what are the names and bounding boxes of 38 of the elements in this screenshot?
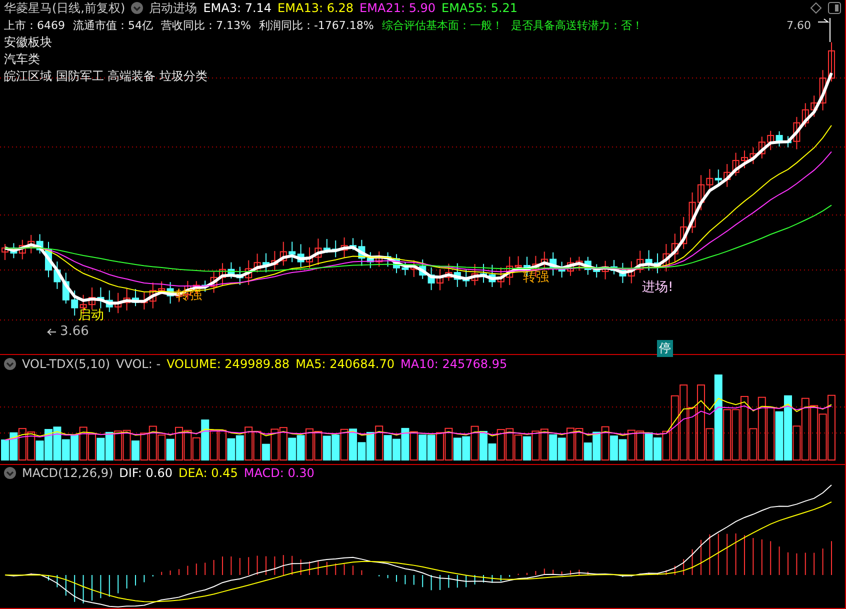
indicator-value: VOLUME: 249989.88	[166, 357, 290, 371]
diamond-icon[interactable]	[810, 2, 822, 14]
signal-label: 转强	[176, 287, 202, 304]
sector-text: 安徽板块	[4, 34, 52, 51]
assessment-text: 综合评估基本面：一般！	[382, 18, 503, 32]
collapse-icon[interactable]	[4, 467, 16, 479]
info-text: 营收同比：7.13%	[161, 18, 251, 32]
low-price-arrow-icon	[46, 328, 56, 336]
high-price-arrow-icon	[818, 18, 830, 42]
indicator-value: EMA21: 5.90	[360, 1, 436, 15]
stop-badge: 停	[657, 340, 673, 357]
info-text: 上市：6469	[4, 18, 65, 32]
sector-text: 汽车类	[4, 51, 40, 68]
low-price-label: 3.66	[60, 324, 89, 339]
assessment-text: 是否具备高送转潜力：否！	[510, 18, 643, 32]
info-text: 流通市值：54亿	[73, 18, 153, 32]
panel-title: VOL-TDX(5,10)	[22, 357, 110, 371]
signal-label: 进场!	[642, 279, 674, 296]
indicator-value: MA5: 240684.70	[296, 357, 395, 371]
sector-text: 皖江区域 国防军工 高端装备 垃圾分类	[4, 68, 208, 85]
high-price-label: 7.60	[786, 18, 811, 32]
signal-label: 转强	[523, 269, 549, 286]
signal-label: 启动	[78, 307, 104, 324]
indicator-value: MA10: 245768.95	[400, 357, 508, 371]
panel-subtitle: VVOL: -	[116, 357, 161, 371]
collapse-icon[interactable]	[131, 2, 144, 14]
indicator-value: DIF: 0.60	[119, 466, 172, 480]
indicator-value: DEA: 0.45	[178, 466, 238, 480]
indicator-name: 启动进场	[149, 0, 198, 16]
collapse-icon[interactable]	[4, 358, 16, 370]
window-icon[interactable]	[828, 2, 841, 14]
indicator-value: EMA13: 6.28	[278, 1, 354, 15]
info-text: 利润同比：-1767.18%	[258, 18, 374, 32]
panel-title: MACD(12,26,9)	[22, 466, 114, 480]
stock-title: 华菱星马(日线,前复权)	[4, 0, 126, 16]
indicator-value: EMA3: 7.14	[203, 1, 272, 15]
indicator-value: MACD: 0.30	[244, 466, 314, 480]
indicator-value: EMA55: 5.21	[442, 1, 518, 15]
